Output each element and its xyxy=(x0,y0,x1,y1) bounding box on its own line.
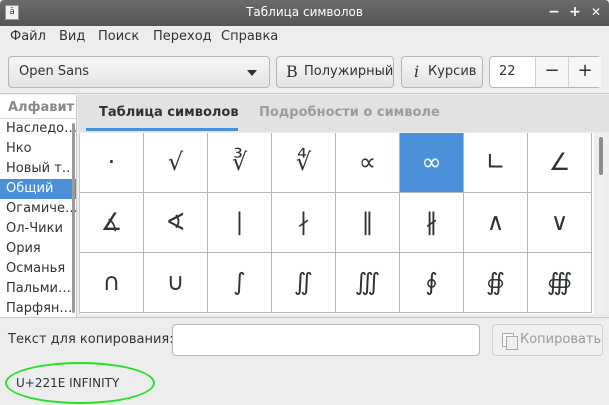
character-cell[interactable]: ∢ xyxy=(144,193,208,253)
character-grid: · √ ∛ ∜ ∝ ∞ ∟ ∠ ∡ ∢ ∣ ∤ ∥ ∦ ∧ ∨ ∩ ∪ ∫ ∬ ∭ ∮ ∯ ∰ xyxy=(79,133,594,314)
window-title: Таблица символов xyxy=(246,5,363,19)
bold-icon: B xyxy=(286,62,298,81)
copy-text-input[interactable] xyxy=(172,324,480,356)
character-cell[interactable]: ∣ xyxy=(208,193,272,253)
active-tab-indicator xyxy=(86,128,238,131)
character-cell[interactable]: ∭ xyxy=(336,253,400,313)
copy-button[interactable]: Копировать xyxy=(492,324,603,356)
close-icon[interactable]: ✕ xyxy=(587,3,605,21)
grid-scrollbar-thumb[interactable] xyxy=(599,137,603,175)
font-name: Open Sans xyxy=(19,64,90,79)
character-cell[interactable]: ∠ xyxy=(528,133,592,193)
bottom-panel: Текст для копирования: Копировать U+221E… xyxy=(0,317,609,405)
menu-file[interactable]: Файл xyxy=(10,29,46,44)
italic-label: Курсив xyxy=(428,64,477,79)
annotation-circle xyxy=(5,362,155,404)
copy-text-label: Текст для копирования: xyxy=(8,332,174,347)
decrease-size-button[interactable]: − xyxy=(535,57,568,87)
character-cell[interactable]: ∯ xyxy=(464,253,528,313)
font-selector[interactable]: Open Sans xyxy=(8,56,270,88)
character-cell[interactable]: ∬ xyxy=(272,253,336,313)
title-bar: ā Таблица символов − + ✕ xyxy=(0,0,609,26)
character-cell[interactable]: ∰ xyxy=(528,253,592,313)
menu-go[interactable]: Переход xyxy=(153,29,212,44)
character-cell[interactable]: ∝ xyxy=(336,133,400,193)
script-list-header[interactable]: Алфавит xyxy=(0,95,76,119)
character-cell[interactable]: · xyxy=(80,133,144,193)
minimize-icon[interactable]: − xyxy=(545,3,563,21)
script-list-item[interactable]: Общий xyxy=(0,179,76,199)
menu-search[interactable]: Поиск xyxy=(98,29,139,44)
script-list-item[interactable]: Ория xyxy=(0,239,76,259)
bold-label: Полужирный xyxy=(304,64,394,79)
menu-bar: Файл Вид Поиск Переход Справка xyxy=(0,26,609,48)
character-cell[interactable]: ∛ xyxy=(208,133,272,193)
tab-bar: Таблица символов Подробности о символе xyxy=(78,95,609,132)
italic-icon: i xyxy=(414,62,420,81)
character-cell[interactable]: ∫ xyxy=(208,253,272,313)
bold-button[interactable]: B Полужирный xyxy=(276,56,394,88)
toolbar: Open Sans B Полужирный i Курсив 22 − + xyxy=(0,48,609,94)
dropdown-arrow-icon xyxy=(247,70,257,76)
script-list: Алфавит Наследо… Нко Новый т… Общий Огамиче…… xyxy=(0,95,77,317)
copy-button-label: Копировать xyxy=(520,332,602,347)
script-list-item[interactable]: Парфян… xyxy=(0,299,76,317)
script-list-item[interactable]: Нко xyxy=(0,139,76,159)
character-cell[interactable]: ∜ xyxy=(272,133,336,193)
tab-character-details[interactable]: Подробности о символе xyxy=(259,105,440,120)
character-cell[interactable]: ∤ xyxy=(272,193,336,253)
script-list-scrollbar[interactable] xyxy=(72,123,75,313)
font-size-spinner[interactable]: 22 − + xyxy=(489,56,601,88)
menu-view[interactable]: Вид xyxy=(59,29,85,44)
increase-size-button[interactable]: + xyxy=(568,57,601,87)
font-size-value[interactable]: 22 xyxy=(499,64,516,79)
character-cell[interactable]: ∩ xyxy=(80,253,144,313)
character-cell[interactable]: ∨ xyxy=(528,193,592,253)
script-list-item[interactable]: Ол-Чики xyxy=(0,219,76,239)
maximize-icon[interactable]: + xyxy=(566,3,584,21)
script-list-item[interactable]: Османья xyxy=(0,259,76,279)
grid-scrollbar[interactable] xyxy=(597,134,605,314)
menu-help[interactable]: Справка xyxy=(221,29,278,44)
character-cell[interactable]: ∥ xyxy=(336,193,400,253)
script-list-item[interactable]: Пальми… xyxy=(0,279,76,299)
character-cell[interactable]: ∮ xyxy=(400,253,464,313)
tab-character-table[interactable]: Таблица символов xyxy=(99,105,239,120)
character-cell[interactable]: ∟ xyxy=(464,133,528,193)
character-cell[interactable]: ∪ xyxy=(144,253,208,313)
character-cell[interactable]: ∞ xyxy=(400,133,464,193)
character-cell[interactable]: ∧ xyxy=(464,193,528,253)
script-list-item[interactable]: Огамиче… xyxy=(0,199,76,219)
character-cell[interactable]: ∦ xyxy=(400,193,464,253)
script-list-item[interactable]: Новый т… xyxy=(0,159,76,179)
character-cell[interactable]: √ xyxy=(144,133,208,193)
italic-button[interactable]: i Курсив xyxy=(401,56,483,88)
copy-icon xyxy=(502,333,518,350)
script-list-item[interactable]: Наследо… xyxy=(0,119,76,139)
character-cell[interactable]: ∡ xyxy=(80,193,144,253)
